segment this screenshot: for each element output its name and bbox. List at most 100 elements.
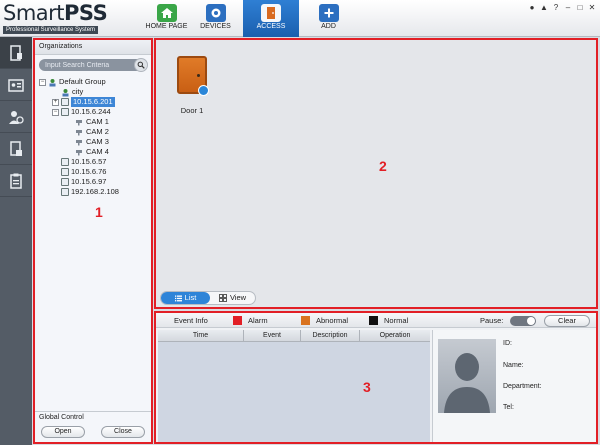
- collapse-icon[interactable]: −: [52, 108, 59, 116]
- device-icon: [61, 108, 69, 116]
- annotation-marker-3: 3: [363, 379, 371, 395]
- column-description[interactable]: Description: [301, 330, 360, 341]
- tree-node-cam-2[interactable]: CAM 2: [75, 127, 109, 137]
- close-icon[interactable]: ✕: [588, 4, 596, 12]
- event-toolbar: Event Info Alarm Abnormal Normal Pause: …: [156, 313, 596, 328]
- person-silhouette-icon: [444, 353, 490, 413]
- cam-icon: [76, 130, 82, 136]
- cam-icon: [76, 120, 82, 126]
- card-icon: [8, 78, 24, 92]
- tree-node-10-15-6-76[interactable]: 10.15.6.76: [61, 167, 106, 177]
- plus-icon: [318, 4, 339, 22]
- door-config-icon: [10, 44, 22, 61]
- user-icon[interactable]: ●: [528, 4, 536, 12]
- grid-icon: [219, 294, 227, 302]
- nav-add[interactable]: ADD: [305, 0, 352, 37]
- door-tile[interactable]: Door 1: [174, 56, 210, 115]
- nav-label: DEVICES: [200, 23, 231, 30]
- search-box: [39, 58, 148, 72]
- abnormal-swatch: [301, 316, 310, 325]
- column-time[interactable]: Time: [158, 330, 244, 341]
- device-icon: [61, 188, 69, 196]
- tree-node-10-15-6-57[interactable]: 10.15.6.57: [61, 157, 106, 167]
- door-label: Door 1: [180, 106, 204, 115]
- organizations-panel: Organizations − Default Group city + 10.…: [33, 38, 153, 444]
- sidebar-item-personnel[interactable]: [0, 101, 32, 133]
- tree-node-10-15-6-201[interactable]: + 10.15.6.201: [52, 97, 115, 107]
- nav-label: ACCESS: [256, 23, 286, 30]
- camera-icon: [205, 4, 226, 22]
- column-event[interactable]: Event: [244, 330, 301, 341]
- tel-label: Tel:: [503, 404, 514, 411]
- brand-tagline: Professional Surveillance System: [3, 26, 99, 34]
- minimize-icon[interactable]: –: [564, 4, 572, 12]
- tree-node-city[interactable]: city: [61, 87, 83, 97]
- abnormal-label: Abnormal: [316, 316, 349, 325]
- alarm-label: Alarm: [248, 316, 268, 325]
- event-table: Time Event Description Operation: [158, 330, 430, 442]
- door-group-icon: [10, 140, 22, 156]
- annotation-marker-2: 2: [379, 158, 387, 174]
- nav-home-page[interactable]: HOME PAGE: [143, 0, 190, 37]
- tree-node-10-15-6-97[interactable]: 10.15.6.97: [61, 177, 106, 187]
- nav-label: ADD: [321, 23, 336, 30]
- cam-icon: [76, 150, 82, 156]
- pause-label: Pause:: [480, 316, 504, 325]
- event-info-label: Event Info: [174, 316, 208, 325]
- sidebar-item-records[interactable]: [0, 165, 32, 197]
- tree-node-10-15-6-244[interactable]: − 10.15.6.244: [52, 107, 111, 117]
- department-label: Department:: [503, 383, 542, 390]
- expand-icon[interactable]: +: [52, 98, 59, 106]
- list-view-button[interactable]: List: [161, 292, 210, 304]
- tree-node-default-group[interactable]: − Default Group: [39, 77, 106, 87]
- clear-button[interactable]: Clear: [544, 315, 590, 327]
- list-icon: [174, 295, 182, 301]
- column-operation[interactable]: Operation: [360, 330, 430, 341]
- avatar: [438, 339, 496, 413]
- nav-devices[interactable]: DEVICES: [192, 0, 239, 37]
- sidebar-item-access-card[interactable]: [0, 69, 32, 101]
- status-badge: [198, 85, 209, 96]
- annotation-marker-1: 1: [95, 204, 103, 220]
- grid-view-button[interactable]: View: [210, 292, 255, 304]
- sidebar-item-door-config[interactable]: [0, 37, 32, 69]
- close-button[interactable]: Close: [101, 426, 145, 438]
- home-icon: [156, 4, 177, 22]
- brand-regular: Smart: [3, 1, 65, 25]
- alarm-swatch: [233, 316, 242, 325]
- tree-node-cam-3[interactable]: CAM 3: [75, 137, 109, 147]
- tree-node-cam-1[interactable]: CAM 1: [75, 117, 109, 127]
- event-table-header: Time Event Description Operation: [158, 330, 430, 342]
- view-toggle: List View: [160, 291, 256, 305]
- nav-label: HOME PAGE: [145, 23, 188, 30]
- normal-swatch: [369, 316, 378, 325]
- search-input[interactable]: [39, 59, 147, 71]
- app-logo: SmartPSS Professional Surveillance Syste…: [3, 2, 137, 34]
- help-icon[interactable]: ?: [552, 4, 560, 12]
- device-icon: [61, 168, 69, 176]
- device-icon: [61, 158, 69, 166]
- organizations-title: Organizations: [35, 40, 151, 55]
- device-icon: [61, 98, 69, 106]
- id-label: ID:: [503, 340, 512, 347]
- restore-icon[interactable]: □: [576, 4, 584, 12]
- nav-access[interactable]: ACCESS: [243, 0, 299, 37]
- tree-node-192-168-2-108[interactable]: 192.168.2.108: [61, 187, 119, 197]
- brand-bold: PSS: [64, 1, 108, 25]
- group-icon: [62, 88, 69, 96]
- name-label: Name:: [503, 362, 524, 369]
- door-icon: [261, 4, 281, 22]
- tree-node-cam-4[interactable]: CAM 4: [75, 147, 109, 157]
- sidebar-item-door-group[interactable]: [0, 133, 32, 165]
- records-icon: [10, 173, 22, 189]
- open-button[interactable]: Open: [41, 426, 85, 438]
- search-icon[interactable]: [134, 58, 148, 72]
- lock-icon[interactable]: ▲: [540, 4, 548, 12]
- collapse-icon[interactable]: −: [39, 78, 46, 86]
- personnel-icon: [9, 110, 24, 124]
- pause-toggle[interactable]: [510, 316, 536, 326]
- top-bar: SmartPSS Professional Surveillance Syste…: [0, 0, 600, 37]
- global-control-label: Global Control: [35, 411, 151, 424]
- door-area: Door 1 2 List View: [154, 38, 598, 309]
- cam-icon: [76, 140, 82, 146]
